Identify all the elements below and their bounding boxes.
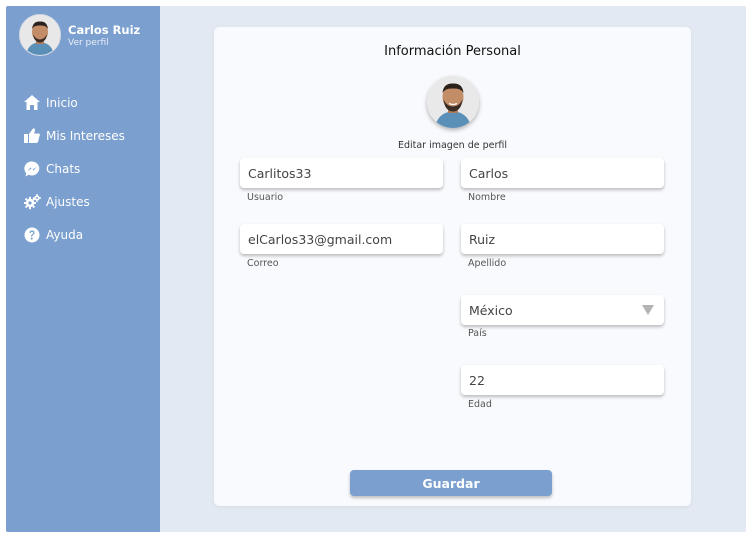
sidebar-item-ajustes[interactable]: Ajustes xyxy=(23,185,158,218)
sidebar-item-ayuda[interactable]: Ayuda xyxy=(23,218,158,251)
gears-icon xyxy=(23,193,41,211)
view-profile-link[interactable]: Ver perfil xyxy=(68,38,109,48)
sidebar-profile[interactable]: Carlos Ruiz Ver perfil xyxy=(19,14,159,56)
sidebar-item-label: Chats xyxy=(46,161,81,176)
sidebar-item-label: Ayuda xyxy=(46,227,84,242)
name-label: Nombre xyxy=(468,192,506,203)
sidebar-item-inicio[interactable]: Inicio xyxy=(23,86,158,119)
messenger-icon xyxy=(23,160,41,178)
country-select-value: México xyxy=(469,302,513,318)
profile-name: Carlos Ruiz xyxy=(68,23,141,37)
age-field[interactable]: 22 xyxy=(461,365,664,395)
sidebar-item-label: Mis Intereses xyxy=(46,128,125,143)
home-icon xyxy=(23,94,41,112)
edit-photo-link[interactable]: Editar imagen de perfil xyxy=(214,140,691,151)
avatar[interactable] xyxy=(19,14,61,56)
email-label: Correo xyxy=(247,258,279,269)
country-select[interactable]: México xyxy=(461,295,664,325)
save-button[interactable]: Guardar xyxy=(350,470,552,496)
country-label: País xyxy=(468,328,487,339)
sidebar: Carlos Ruiz Ver perfil Inicio Mis Intere… xyxy=(6,6,160,532)
username-field[interactable]: Carlitos33 xyxy=(240,158,443,188)
page-title: Información Personal xyxy=(384,44,521,59)
sidebar-nav: Inicio Mis Intereses Chats Ajustes Ayuda xyxy=(23,86,158,251)
sidebar-item-label: Inicio xyxy=(46,95,78,110)
age-label: Edad xyxy=(468,399,492,410)
sidebar-item-chats[interactable]: Chats xyxy=(23,152,158,185)
lastname-field[interactable]: Ruiz xyxy=(461,224,664,254)
email-field[interactable]: elCarlos33@gmail.com xyxy=(240,224,443,254)
thumbs-up-icon xyxy=(23,127,41,145)
profile-photo[interactable] xyxy=(427,76,479,128)
chevron-down-icon xyxy=(642,305,654,315)
question-icon xyxy=(23,226,41,244)
name-field[interactable]: Carlos xyxy=(461,158,664,188)
app-frame: Carlos Ruiz Ver perfil Inicio Mis Intere… xyxy=(6,6,746,532)
sidebar-item-label: Ajustes xyxy=(46,194,90,209)
personal-info-card: Información Personal Editar imagen de pe… xyxy=(214,27,691,506)
lastname-label: Apellido xyxy=(468,258,507,269)
sidebar-item-mis-intereses[interactable]: Mis Intereses xyxy=(23,119,158,152)
username-label: Usuario xyxy=(247,192,284,203)
